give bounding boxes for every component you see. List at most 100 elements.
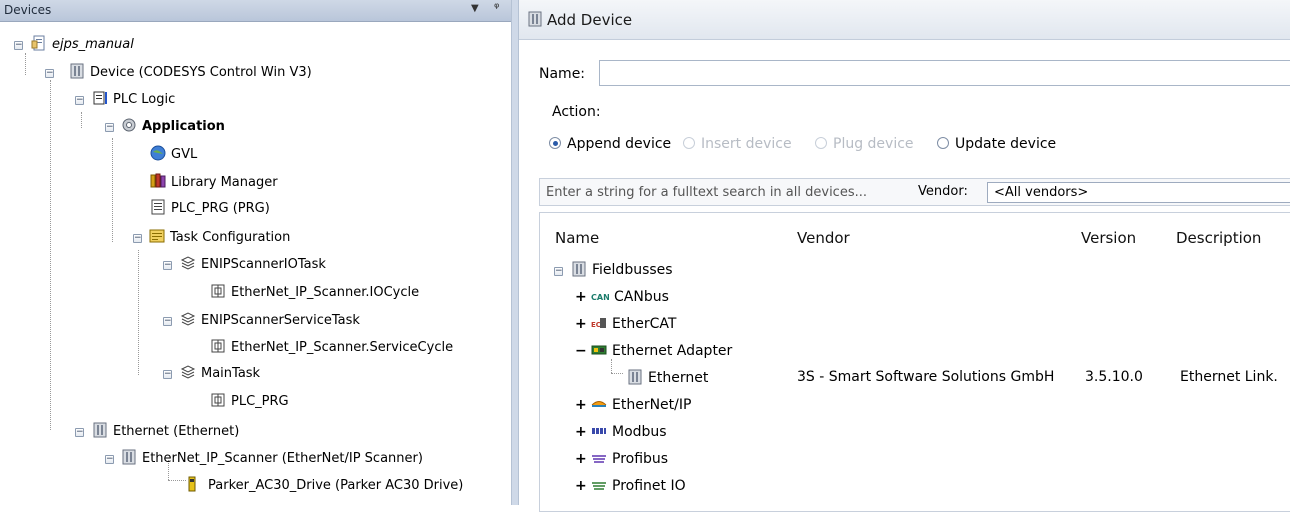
expand-toggle-icon[interactable]: + bbox=[575, 289, 587, 305]
tree-item-label: ENIPScannerIOTask bbox=[201, 257, 326, 272]
list-item-modbus[interactable]: + Modbus bbox=[575, 423, 667, 440]
device-icon bbox=[571, 261, 587, 277]
radio-disabled-icon bbox=[815, 137, 827, 149]
dropdown-arrow-icon[interactable]: ▼ bbox=[471, 3, 479, 14]
modbus-icon bbox=[591, 423, 607, 439]
radio-unselected-icon bbox=[937, 137, 949, 149]
column-header-vendor[interactable]: Vendor bbox=[797, 229, 850, 247]
tree-item-library-manager[interactable]: Library Manager bbox=[150, 171, 278, 195]
pin-icon[interactable]: ᵠ bbox=[494, 1, 499, 16]
tree-item-main-task-plc-prg[interactable]: PLC_PRG bbox=[210, 390, 289, 414]
task-icon bbox=[180, 311, 196, 327]
radio-insert-device[interactable]: Insert device bbox=[683, 136, 792, 154]
ethercat-icon: EC bbox=[591, 315, 607, 331]
collapse-toggle-icon[interactable]: − bbox=[105, 455, 114, 464]
device-icon bbox=[69, 63, 85, 79]
name-label: Name: bbox=[539, 66, 586, 82]
profibus-icon bbox=[591, 450, 607, 466]
collapse-toggle-icon[interactable]: − bbox=[575, 343, 587, 359]
vendor-label: Vendor: bbox=[918, 184, 968, 199]
tree-item-io-cycle[interactable]: EtherNet_IP_Scanner.IOCycle bbox=[210, 281, 419, 305]
method-icon bbox=[210, 338, 226, 354]
list-item-canbus[interactable]: + CAN CANbus bbox=[575, 288, 669, 305]
task-icon bbox=[180, 364, 196, 380]
device-list: Name Vendor Version Description − Fieldbu… bbox=[539, 212, 1290, 512]
vendor-cell: 3S - Smart Software Solutions GmbH bbox=[797, 369, 1055, 385]
device-icon bbox=[92, 422, 108, 438]
expand-toggle-icon[interactable]: + bbox=[575, 316, 587, 332]
vendor-select[interactable]: <All vendors> bbox=[987, 182, 1290, 203]
tree-item-label: EtherNet_IP_Scanner (EtherNet/IP Scanner… bbox=[142, 451, 423, 466]
radio-disabled-icon bbox=[683, 137, 695, 149]
expand-toggle-icon[interactable]: + bbox=[575, 397, 587, 413]
collapse-toggle-icon[interactable]: − bbox=[163, 370, 172, 379]
application-icon bbox=[121, 117, 137, 133]
pou-icon bbox=[150, 199, 166, 215]
plc-logic-icon bbox=[92, 90, 108, 106]
collapse-toggle-icon[interactable]: − bbox=[75, 428, 84, 437]
ethernet-ip-icon bbox=[591, 396, 607, 412]
list-item-ethercat[interactable]: + EC EtherCAT bbox=[575, 315, 676, 332]
radio-selected-icon bbox=[549, 137, 561, 149]
tree-item-label: Task Configuration bbox=[170, 230, 291, 245]
add-device-header: Add Device bbox=[519, 0, 1290, 40]
devices-pane: Devices ▼ ᵠ − ejps_manual − Device (CODE… bbox=[0, 0, 511, 505]
radio-plug-device[interactable]: Plug device bbox=[815, 136, 914, 154]
tree-item-service-cycle[interactable]: EtherNet_IP_Scanner.ServiceCycle bbox=[210, 336, 453, 360]
list-item-ethernet-adapter[interactable]: − Ethernet Adapter bbox=[575, 342, 732, 359]
collapse-toggle-icon[interactable]: − bbox=[163, 317, 172, 326]
collapse-toggle-icon[interactable]: − bbox=[105, 123, 114, 132]
list-item-profinet-io[interactable]: + Profinet IO bbox=[575, 477, 686, 494]
list-item-fieldbusses[interactable]: − Fieldbusses bbox=[554, 261, 673, 278]
version-cell: 3.5.10.0 bbox=[1085, 369, 1143, 385]
tree-item-label: PLC Logic bbox=[113, 92, 176, 107]
tree-item-parker-drive[interactable]: Parker_AC30_Drive (Parker AC30 Drive) bbox=[188, 474, 463, 498]
expand-toggle-icon[interactable]: + bbox=[575, 451, 587, 467]
radio-append-device[interactable]: Append device bbox=[549, 136, 671, 154]
tree-item-label: Application bbox=[142, 119, 225, 134]
expand-toggle-icon[interactable]: + bbox=[575, 478, 587, 494]
column-header-description[interactable]: Description bbox=[1176, 229, 1261, 247]
devices-pane-header: Devices ▼ ᵠ bbox=[0, 0, 511, 22]
can-icon: CAN bbox=[591, 288, 609, 304]
tree-item-label: Library Manager bbox=[171, 175, 278, 190]
tree-item-label: ENIPScannerServiceTask bbox=[201, 313, 360, 328]
collapse-toggle-icon[interactable]: − bbox=[14, 41, 23, 50]
tree-item-label: MainTask bbox=[201, 366, 261, 381]
pane-splitter[interactable] bbox=[511, 0, 519, 505]
tree-item-plc-prg[interactable]: PLC_PRG (PRG) bbox=[150, 197, 270, 221]
device-icon bbox=[627, 369, 643, 385]
name-input[interactable] bbox=[599, 60, 1290, 86]
collapse-toggle-icon[interactable]: − bbox=[133, 234, 142, 243]
expand-toggle-icon[interactable]: + bbox=[575, 424, 587, 440]
tree-item-label: Parker_AC30_Drive (Parker AC30 Drive) bbox=[208, 478, 464, 493]
tree-item-label: PLC_PRG bbox=[231, 394, 289, 409]
globe-icon bbox=[150, 145, 166, 161]
list-item-ethernet[interactable]: Ethernet bbox=[627, 369, 708, 386]
drive-icon bbox=[188, 476, 196, 492]
collapse-toggle-icon[interactable]: − bbox=[45, 69, 54, 78]
tree-item-label: EtherNet_IP_Scanner.ServiceCycle bbox=[231, 340, 454, 355]
profinet-icon bbox=[591, 477, 607, 493]
collapse-toggle-icon[interactable]: − bbox=[75, 96, 84, 105]
device-icon bbox=[527, 11, 543, 27]
tree-item-label: PLC_PRG (PRG) bbox=[171, 201, 270, 216]
collapse-toggle-icon[interactable]: − bbox=[163, 261, 172, 270]
add-device-pane: Add Device Name: Action: Append device I… bbox=[519, 0, 1290, 512]
tree-item-gvl[interactable]: GVL bbox=[150, 143, 197, 167]
tree-item-label: EtherNet_IP_Scanner.IOCycle bbox=[231, 285, 420, 300]
list-item-profibus[interactable]: + Profibus bbox=[575, 450, 668, 467]
description-cell: Ethernet Link. bbox=[1180, 369, 1278, 385]
svg-text:EC: EC bbox=[591, 321, 601, 329]
method-icon bbox=[210, 392, 226, 408]
list-item-ethernet-ip[interactable]: + EtherNet/IP bbox=[575, 396, 691, 413]
svg-text:CAN: CAN bbox=[591, 293, 609, 302]
devices-pane-title: Devices bbox=[4, 3, 52, 17]
column-header-version[interactable]: Version bbox=[1081, 229, 1136, 247]
tree-item-label: ejps_manual bbox=[52, 37, 134, 52]
device-icon bbox=[121, 449, 137, 465]
column-header-name[interactable]: Name bbox=[555, 229, 599, 247]
radio-update-device[interactable]: Update device bbox=[937, 136, 1056, 154]
fulltext-search-input[interactable]: Enter a string for a fulltext search in … bbox=[546, 185, 867, 200]
collapse-toggle-icon[interactable]: − bbox=[554, 267, 563, 276]
